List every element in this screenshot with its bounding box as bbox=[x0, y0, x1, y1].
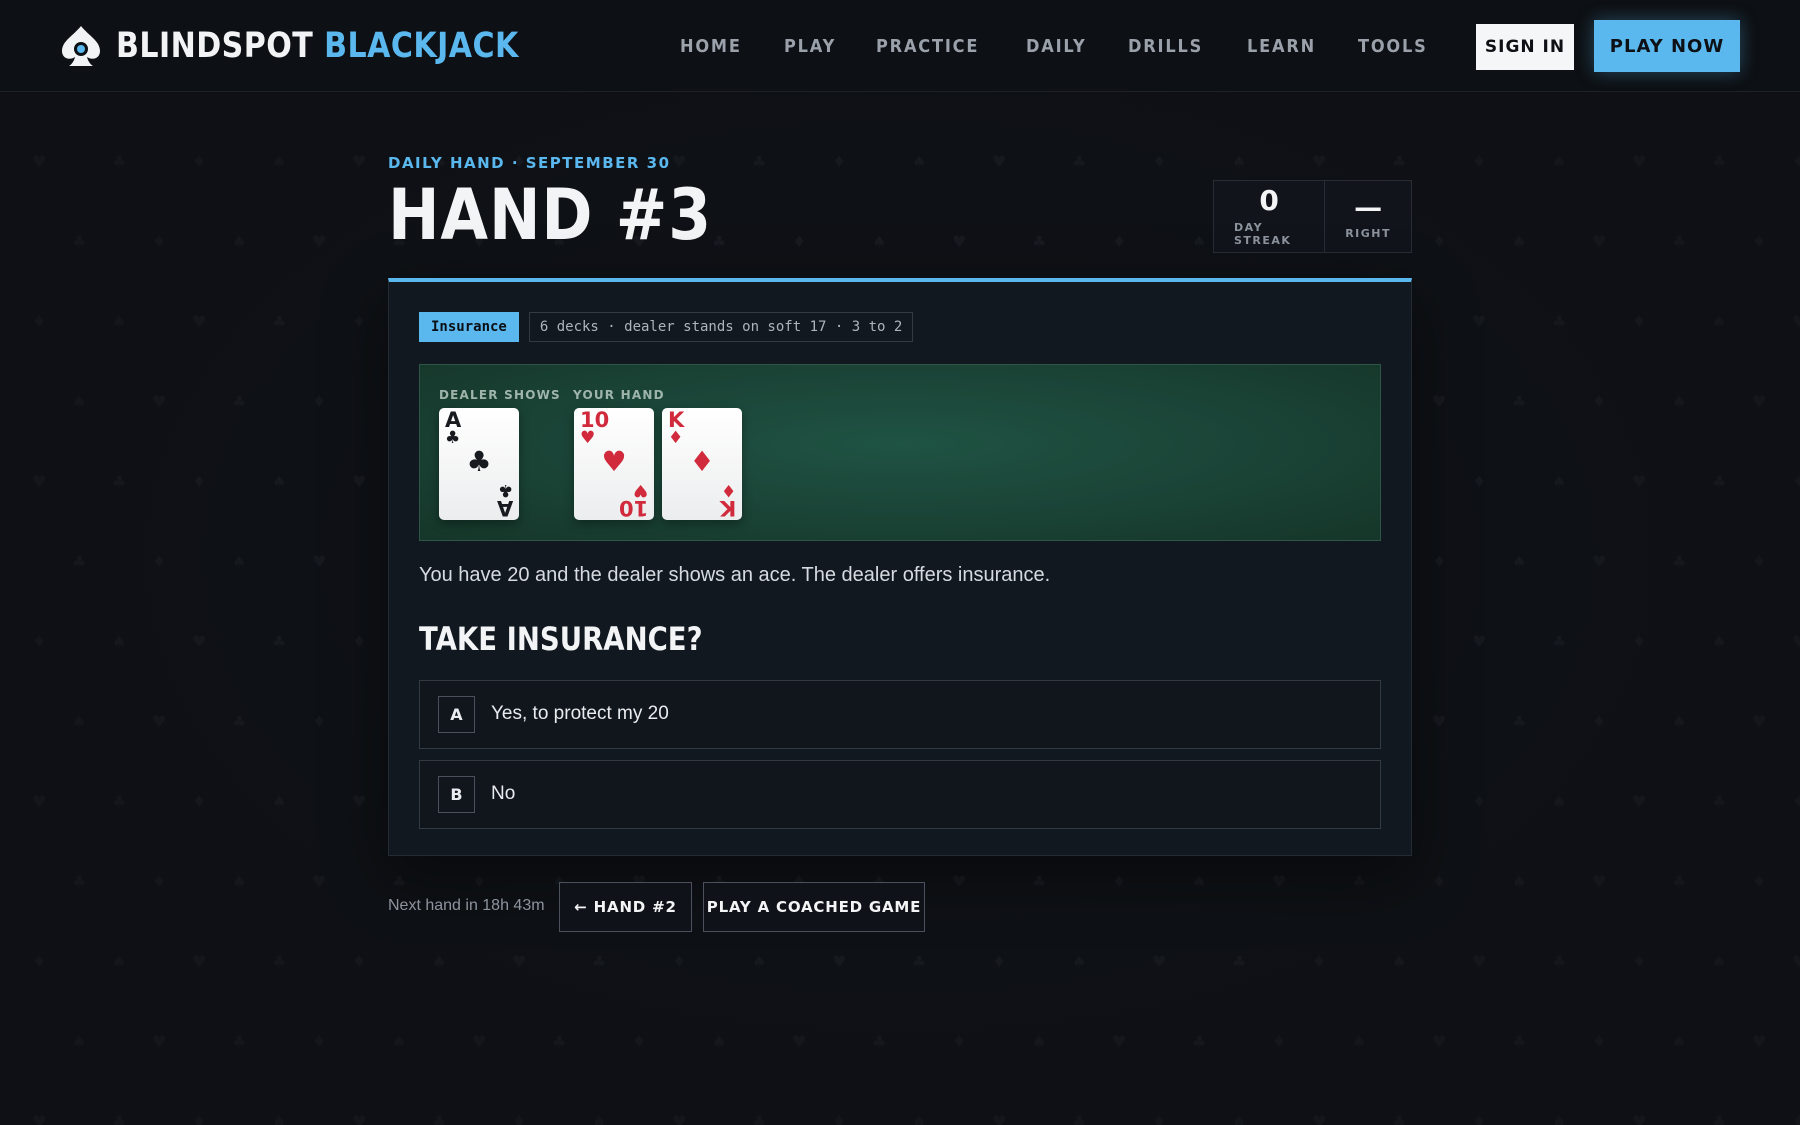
category-badge: Insurance bbox=[419, 312, 519, 342]
dealer-hand-label: DEALER SHOWS bbox=[439, 388, 561, 402]
card-table: DEALER SHOWS YOUR HAND A ♣ ♣ ♣ A 10 ♥ ♥ … bbox=[419, 364, 1381, 541]
option-key: B bbox=[438, 776, 475, 813]
main-nav: HOME PLAY PRACTICE DAILY DRILLS LEARN TO… bbox=[680, 36, 1436, 57]
stat-right: — RIGHT bbox=[1324, 181, 1411, 252]
stat-label: RIGHT bbox=[1345, 227, 1391, 241]
nav-practice[interactable]: PRACTICE bbox=[876, 36, 979, 57]
diamond-icon: ♦ bbox=[689, 445, 715, 478]
page-title: HAND #3 bbox=[388, 174, 713, 256]
diamond-icon: ♦ bbox=[668, 428, 684, 448]
sign-in-button[interactable]: SIGN IN bbox=[1476, 24, 1574, 70]
player-card-ten-of-hearts: 10 ♥ ♥ ♥ 10 bbox=[574, 408, 654, 520]
heart-icon: ♥ bbox=[601, 445, 627, 478]
daily-hand-date: DAILY HAND · SEPTEMBER 30 bbox=[388, 154, 671, 172]
dealer-card-ace-of-clubs: A ♣ ♣ ♣ A bbox=[439, 408, 519, 520]
nav-tools[interactable]: TOOLS bbox=[1358, 36, 1428, 57]
stat-value: 0 bbox=[1259, 184, 1279, 218]
card-rank: A bbox=[496, 496, 513, 520]
club-icon: ♣ bbox=[445, 428, 461, 448]
option-key: A bbox=[438, 696, 475, 733]
previous-hand-button[interactable]: ← HAND #2 bbox=[559, 882, 692, 932]
puzzle-tags: Insurance 6 decks · dealer stands on sof… bbox=[419, 312, 914, 342]
answer-option-b[interactable]: B No bbox=[419, 760, 1381, 829]
stat-label: DAY STREAK bbox=[1234, 220, 1292, 247]
daily-footer: Next hand in 18h 43m ← HAND #2 PLAY A CO… bbox=[388, 882, 1412, 932]
stat-value: — bbox=[1354, 190, 1383, 224]
brand-name-part2: BLACKJACK bbox=[324, 26, 519, 66]
question-heading: TAKE INSURANCE? bbox=[419, 620, 703, 658]
nav-learn[interactable]: LEARN bbox=[1247, 36, 1316, 57]
card-rank: 10 bbox=[618, 496, 648, 520]
next-hand-countdown: Next hand in 18h 43m bbox=[388, 897, 545, 914]
option-text: No bbox=[491, 783, 516, 804]
puzzle-card: Insurance 6 decks · dealer stands on sof… bbox=[388, 278, 1412, 856]
stat-day-streak: 0 DAY STREAK bbox=[1214, 181, 1324, 252]
stats-box: 0 DAY STREAK — RIGHT bbox=[1213, 180, 1412, 253]
player-card-king-of-diamonds: K ♦ ♦ ♦ K bbox=[662, 408, 742, 520]
nav-daily[interactable]: DAILY bbox=[1026, 36, 1087, 57]
play-now-button[interactable]: PLAY NOW bbox=[1594, 20, 1740, 72]
brand-name-part1: BLINDSPOT bbox=[116, 26, 314, 66]
rules-badge: 6 decks · dealer stands on soft 17 · 3 t… bbox=[528, 312, 914, 342]
spade-logo-icon bbox=[60, 24, 102, 68]
brand-name: BLINDSPOT BLACKJACK bbox=[116, 26, 519, 66]
option-text: Yes, to protect my 20 bbox=[491, 703, 669, 724]
nav-home[interactable]: HOME bbox=[680, 36, 742, 57]
nav-play[interactable]: PLAY bbox=[784, 36, 836, 57]
club-icon: ♣ bbox=[466, 445, 492, 478]
nav-drills[interactable]: DRILLS bbox=[1128, 36, 1203, 57]
answer-option-a[interactable]: A Yes, to protect my 20 bbox=[419, 680, 1381, 749]
player-hand-label: YOUR HAND bbox=[573, 388, 665, 402]
top-navigation-bar: BLINDSPOT BLACKJACK HOME PLAY PRACTICE D… bbox=[0, 0, 1800, 92]
scenario-text: You have 20 and the dealer shows an ace.… bbox=[419, 564, 1051, 586]
brand-logo[interactable]: BLINDSPOT BLACKJACK bbox=[60, 24, 584, 68]
heart-icon: ♥ bbox=[580, 428, 596, 448]
coached-game-button[interactable]: PLAY A COACHED GAME bbox=[703, 882, 925, 932]
card-rank: K bbox=[719, 496, 736, 520]
